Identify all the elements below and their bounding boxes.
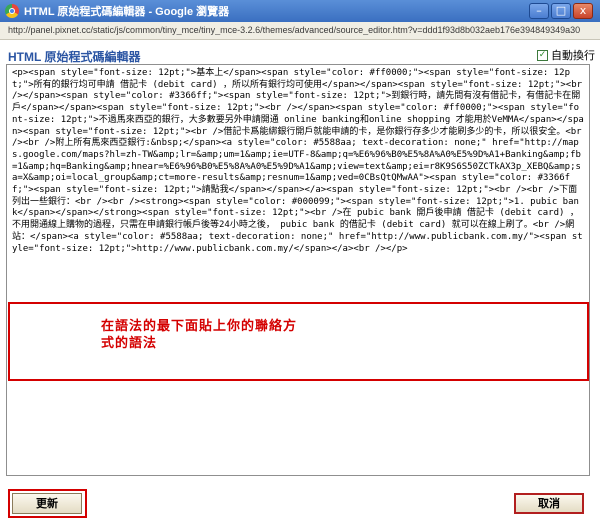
- window-titlebar: HTML 原始程式碼編輯器 - Google 瀏覽器 – □ x: [0, 0, 600, 22]
- cancel-button[interactable]: 取消: [514, 493, 584, 514]
- word-wrap-label: 自動換行: [551, 49, 595, 62]
- window-title: HTML 原始程式碼編輯器 - Google 瀏覽器: [24, 6, 230, 18]
- address-bar: http://panel.pixnet.cc/static/js/common/…: [0, 22, 600, 40]
- chrome-app-icon: [5, 4, 19, 18]
- word-wrap-checkbox[interactable]: ✓: [537, 49, 548, 61]
- maximize-button[interactable]: □: [551, 3, 571, 19]
- word-wrap-toggle[interactable]: ✓ 自動換行: [537, 47, 595, 63]
- annotation-note: 在語法的最下面貼上你的聯絡方式的語法: [101, 319, 298, 351]
- address-url[interactable]: http://panel.pixnet.cc/static/js/common/…: [8, 25, 596, 35]
- close-window-button[interactable]: x: [573, 3, 593, 19]
- update-button[interactable]: 更新: [12, 493, 82, 514]
- minimize-button[interactable]: –: [529, 3, 549, 19]
- html-source-editor[interactable]: <p><span style="font-size: 12pt;">基本上</s…: [6, 64, 590, 476]
- html-source-text[interactable]: <p><span style="font-size: 12pt;">基本上</s…: [12, 68, 584, 255]
- paste-contact-annotation: 在語法的最下面貼上你的聯絡方式的語法: [8, 302, 589, 381]
- dialog-title: HTML 原始程式碼編輯器: [8, 50, 141, 64]
